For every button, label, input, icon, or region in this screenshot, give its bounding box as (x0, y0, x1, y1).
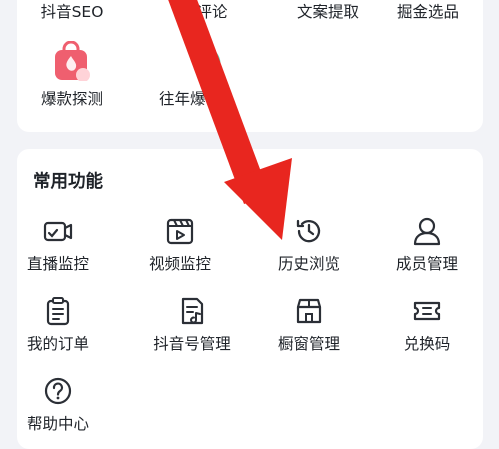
item-label: 帮助中心 (26, 415, 89, 433)
tool-label: 掘金选品 (396, 3, 459, 21)
tool-label: 爆款探测 (40, 90, 103, 108)
leaf-clock-icon (193, 45, 221, 77)
live-camera-icon (43, 221, 73, 242)
clipboard-icon (46, 297, 70, 326)
storefront-icon (296, 298, 322, 324)
tool-past-hits[interactable]: 往年爆 (152, 41, 262, 109)
common-functions-card: 常用功能 直播监控 视频监控 历史浏览 成员管理 我的订单 抖音号管理 橱窗管理… (17, 149, 483, 449)
tool-copy-extract[interactable]: 文案提取 (273, 2, 383, 22)
item-history[interactable]: 历史浏览 (254, 216, 364, 274)
tools-card: 抖音SEO 评论 文案提取 掘金选品 爆款探测 往年爆 (17, 0, 483, 132)
tool-label: 评论 (196, 3, 228, 21)
item-members[interactable]: 成员管理 (372, 216, 482, 274)
item-showcase[interactable]: 橱窗管理 (254, 296, 364, 354)
item-redeem-code[interactable]: 兑换码 (372, 296, 482, 354)
item-help-center[interactable]: 帮助中心 (3, 376, 113, 434)
section-title: 常用功能 (33, 172, 103, 192)
item-label: 橱窗管理 (277, 335, 340, 353)
document-music-icon (181, 297, 204, 325)
tool-label: 抖音SEO (40, 3, 104, 21)
item-label: 抖音号管理 (153, 335, 231, 353)
tool-hit-detect[interactable]: 爆款探测 (17, 41, 127, 109)
tool-comment[interactable]: 评论 (157, 2, 267, 22)
item-label: 兑换码 (403, 335, 451, 353)
tool-product-mining[interactable]: 掘金选品 (373, 2, 483, 22)
help-circle-icon (44, 377, 72, 405)
shopping-bag-icon (55, 41, 90, 81)
tool-label: 往年爆 (159, 90, 206, 108)
tool-douyin-seo[interactable]: 抖音SEO (17, 2, 127, 22)
item-live-monitor[interactable]: 直播监控 (3, 216, 113, 274)
history-clock-icon (296, 219, 321, 243)
item-video-monitor[interactable]: 视频监控 (125, 216, 235, 274)
person-icon (413, 217, 441, 246)
item-label: 我的订单 (26, 335, 89, 353)
item-douyin-account[interactable]: 抖音号管理 (137, 296, 247, 354)
item-label: 直播监控 (26, 255, 89, 273)
tool-label: 文案提取 (296, 3, 359, 21)
ticket-icon (413, 301, 441, 321)
item-label: 成员管理 (395, 255, 458, 273)
item-orders[interactable]: 我的订单 (3, 296, 113, 354)
item-label: 历史浏览 (277, 255, 340, 273)
video-clapper-icon (166, 218, 194, 245)
item-label: 视频监控 (148, 255, 211, 273)
